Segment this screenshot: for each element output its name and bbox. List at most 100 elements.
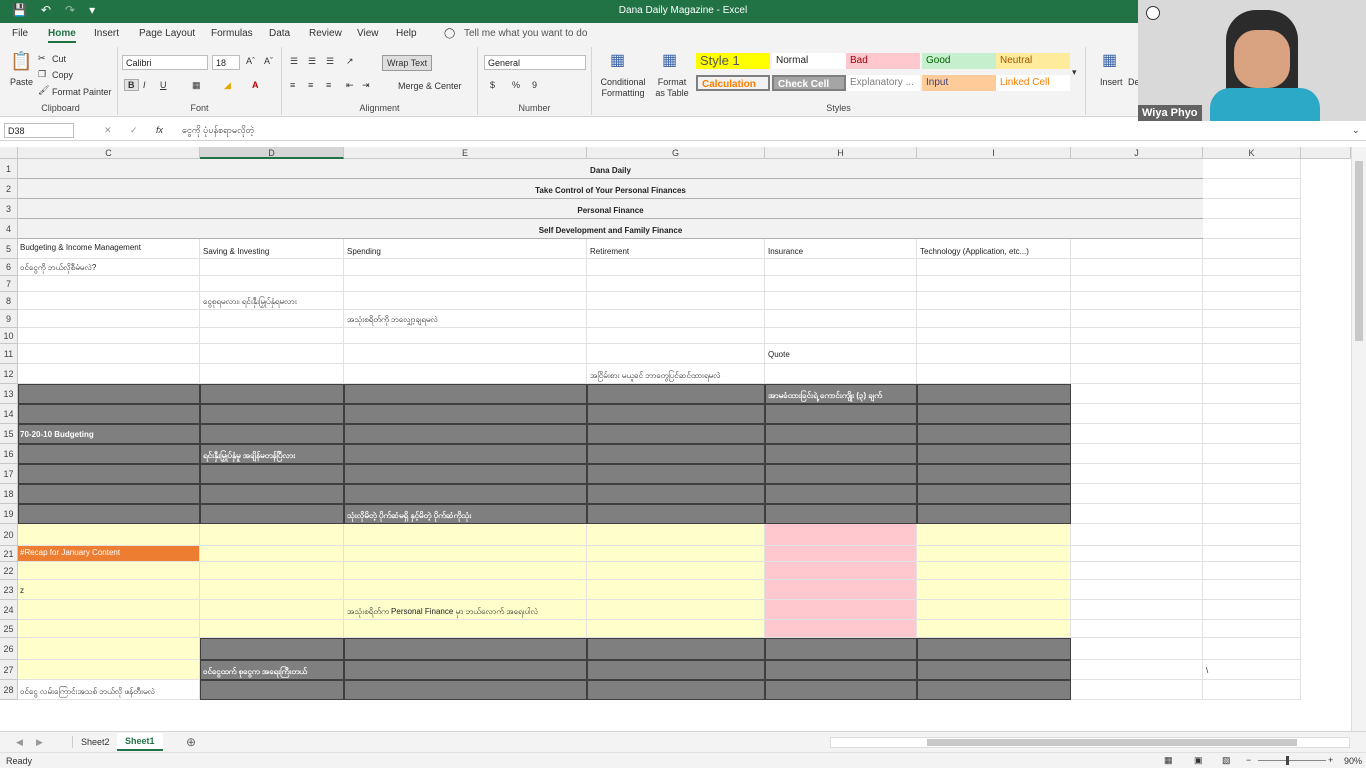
fill-color-icon[interactable]: ◢ — [224, 80, 231, 91]
cell[interactable] — [917, 424, 1071, 444]
zoom-level[interactable]: 90% — [1344, 756, 1362, 766]
cell[interactable] — [917, 328, 1071, 344]
font-name-dropdown[interactable]: Calibri — [122, 55, 208, 70]
cell[interactable] — [1203, 580, 1301, 600]
cell[interactable] — [917, 580, 1071, 600]
cell[interactable] — [765, 600, 917, 620]
row-header-24[interactable]: 24 — [0, 600, 18, 620]
cell[interactable] — [1203, 562, 1301, 580]
horizontal-scrollbar[interactable] — [830, 737, 1350, 748]
cell[interactable] — [917, 464, 1071, 484]
row-header-9[interactable]: 9 — [0, 310, 18, 328]
row-header-26[interactable]: 26 — [0, 638, 18, 660]
cell-style-style-1[interactable]: Style 1 — [696, 53, 770, 69]
sheet-tab-sheet2[interactable]: Sheet2 — [72, 736, 119, 748]
cell[interactable] — [917, 638, 1071, 660]
format-painter-button[interactable]: Format Painter — [52, 87, 112, 97]
cell[interactable] — [917, 292, 1071, 310]
page-layout-view-icon[interactable]: ▣ — [1194, 755, 1203, 766]
row-header-15[interactable]: 15 — [0, 424, 18, 444]
row-header-18[interactable]: 18 — [0, 484, 18, 504]
column-header-k[interactable]: K — [1203, 147, 1301, 159]
title-row-1[interactable]: Dana Daily — [18, 159, 1203, 179]
vertical-scrollbar[interactable] — [1351, 147, 1366, 731]
horizontal-scroll-thumb[interactable] — [927, 739, 1297, 746]
cell[interactable] — [344, 524, 587, 546]
tab-review[interactable]: Review — [309, 28, 342, 39]
row-header-21[interactable]: 21 — [0, 546, 18, 562]
zoom-out-icon[interactable]: − — [1246, 755, 1251, 765]
zoom-slider[interactable] — [1258, 756, 1326, 765]
page-break-view-icon[interactable]: ▧ — [1222, 755, 1231, 766]
decrease-font-icon[interactable]: Aˇ — [264, 56, 273, 66]
cell[interactable] — [200, 484, 344, 504]
cell[interactable] — [200, 344, 344, 364]
cell[interactable] — [1203, 276, 1301, 292]
cell[interactable] — [587, 464, 765, 484]
cell[interactable] — [587, 259, 765, 276]
wrap-text-button[interactable]: Wrap Text — [382, 55, 433, 71]
cell[interactable] — [765, 504, 917, 524]
column-header-g[interactable]: G — [587, 147, 765, 159]
cell[interactable] — [917, 620, 1071, 638]
cell[interactable] — [18, 310, 200, 328]
cell[interactable] — [917, 344, 1071, 364]
cell[interactable] — [18, 464, 200, 484]
cell[interactable] — [200, 620, 344, 638]
cell[interactable] — [1203, 328, 1301, 344]
cell[interactable] — [1203, 444, 1301, 464]
cell[interactable] — [765, 680, 917, 700]
cell[interactable] — [1071, 310, 1203, 328]
cell[interactable] — [18, 600, 200, 620]
cell[interactable] — [200, 504, 344, 524]
cell[interactable] — [765, 660, 917, 680]
cell[interactable] — [587, 424, 765, 444]
cell[interactable] — [18, 344, 200, 364]
cell[interactable] — [1071, 504, 1203, 524]
cell[interactable] — [917, 600, 1071, 620]
column-header-i[interactable]: I — [917, 147, 1071, 159]
paste-button[interactable]: Paste — [10, 77, 33, 87]
cell[interactable] — [587, 546, 765, 562]
cell[interactable] — [587, 384, 765, 404]
underline-button[interactable]: U — [160, 80, 167, 90]
cell[interactable] — [1071, 384, 1203, 404]
worksheet-grid[interactable]: C D E G H I J K 1 Dana Daily 2 Take Control… — [0, 147, 1366, 731]
cell[interactable] — [1071, 484, 1203, 504]
cell[interactable] — [1071, 424, 1203, 444]
row-header-8[interactable]: 8 — [0, 292, 18, 310]
cell[interactable] — [587, 328, 765, 344]
align-right-icon[interactable]: ≡ — [326, 80, 331, 90]
cell[interactable] — [1203, 384, 1301, 404]
cell[interactable] — [18, 504, 200, 524]
cell[interactable] — [344, 444, 587, 464]
cell[interactable] — [917, 484, 1071, 504]
cell[interactable] — [587, 504, 765, 524]
comma-button[interactable]: 9 — [532, 80, 537, 90]
cell-style-linked-cell[interactable]: Linked Cell — [996, 75, 1070, 91]
format-as-table-button[interactable]: Format as Table — [652, 77, 692, 99]
cell[interactable] — [200, 580, 344, 600]
row-header-4[interactable]: 4 — [0, 219, 18, 239]
currency-button[interactable]: $ — [490, 80, 495, 90]
cell[interactable] — [1071, 580, 1203, 600]
font-size-dropdown[interactable]: 18 — [212, 55, 240, 70]
cell[interactable] — [765, 444, 917, 464]
cell[interactable] — [765, 404, 917, 424]
title-row-2[interactable]: Take Control of Your Personal Finances — [18, 179, 1203, 199]
cell[interactable] — [587, 620, 765, 638]
cell[interactable] — [344, 276, 587, 292]
title-row-3[interactable]: Personal Finance — [18, 199, 1203, 219]
cell[interactable] — [765, 484, 917, 504]
cell[interactable] — [917, 444, 1071, 464]
normal-view-icon[interactable]: ▦ — [1164, 755, 1173, 766]
cell[interactable] — [200, 364, 344, 384]
cell[interactable] — [1071, 660, 1203, 680]
row-header-27[interactable]: 27 — [0, 660, 18, 680]
column-header-blank[interactable] — [1301, 147, 1351, 159]
cell[interactable] — [1071, 259, 1203, 276]
cell[interactable] — [587, 404, 765, 424]
enter-icon[interactable]: ✓ — [130, 125, 138, 136]
cell[interactable] — [917, 364, 1071, 384]
cell-style-bad[interactable]: Bad — [846, 53, 920, 69]
